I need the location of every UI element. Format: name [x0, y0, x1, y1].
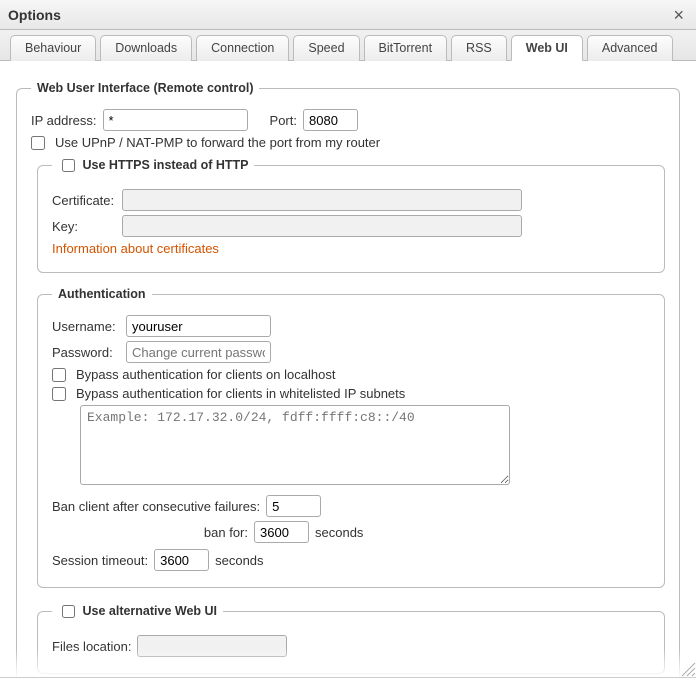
ban-for-unit: seconds — [315, 525, 363, 540]
bypass-whitelist-label: Bypass authentication for clients in whi… — [76, 386, 405, 401]
tab-content-webui: Web User Interface (Remote control) IP a… — [0, 61, 696, 678]
ip-input[interactable] — [103, 109, 248, 131]
ban-after-input[interactable] — [266, 495, 321, 517]
row-key: Key: — [52, 215, 650, 237]
cert-label: Certificate: — [52, 193, 116, 208]
key-label: Key: — [52, 219, 116, 234]
username-label: Username: — [52, 319, 120, 334]
bypass-whitelist-checkbox[interactable] — [52, 387, 66, 401]
row-ban-for: ban for: seconds — [52, 521, 650, 543]
options-dialog: Options × Behaviour Downloads Connection… — [0, 0, 696, 678]
row-subnet-textarea — [80, 405, 650, 485]
resize-grip-icon[interactable] — [678, 659, 696, 677]
username-input[interactable] — [126, 315, 271, 337]
fieldset-webui: Web User Interface (Remote control) IP a… — [16, 81, 680, 678]
tab-behaviour[interactable]: Behaviour — [10, 35, 96, 61]
ban-for-label: ban for: — [52, 525, 248, 540]
subnet-textarea[interactable] — [80, 405, 510, 485]
tab-rss[interactable]: RSS — [451, 35, 507, 61]
ip-label: IP address: — [31, 113, 97, 128]
fieldset-auth-legend: Authentication — [52, 287, 152, 301]
port-input[interactable] — [303, 109, 358, 131]
fieldset-altui-legend: Use alternative Web UI — [52, 602, 223, 621]
password-input[interactable] — [126, 341, 271, 363]
row-ip-port: IP address: Port: — [31, 109, 665, 131]
bypass-localhost-label: Bypass authentication for clients on loc… — [76, 367, 335, 382]
row-cert: Certificate: — [52, 189, 650, 211]
row-bypass-whitelist: Bypass authentication for clients in whi… — [52, 386, 650, 401]
password-label: Password: — [52, 345, 120, 360]
fieldset-https: Use HTTPS instead of HTTP Certificate: K… — [37, 156, 665, 273]
altui-checkbox[interactable] — [62, 605, 75, 618]
row-session-timeout: Session timeout: seconds — [52, 549, 650, 571]
cert-info-link[interactable]: Information about certificates — [52, 241, 219, 256]
row-altui-files: Files location: — [52, 635, 650, 657]
tab-downloads[interactable]: Downloads — [100, 35, 192, 61]
tab-bittorrent[interactable]: BitTorrent — [364, 35, 448, 61]
cert-input — [122, 189, 522, 211]
bypass-localhost-checkbox[interactable] — [52, 368, 66, 382]
tab-speed[interactable]: Speed — [293, 35, 359, 61]
row-cert-info: Information about certificates — [52, 241, 650, 256]
altui-title: Use alternative Web UI — [82, 604, 217, 618]
upnp-label: Use UPnP / NAT-PMP to forward the port f… — [55, 135, 380, 150]
ban-after-label: Ban client after consecutive failures: — [52, 499, 260, 514]
row-upnp: Use UPnP / NAT-PMP to forward the port f… — [31, 135, 665, 150]
session-timeout-unit: seconds — [215, 553, 263, 568]
session-timeout-label: Session timeout: — [52, 553, 148, 568]
fieldset-auth: Authentication Username: Password: Bypas… — [37, 287, 665, 588]
https-title: Use HTTPS instead of HTTP — [82, 158, 248, 172]
altui-files-input — [137, 635, 287, 657]
altui-files-label: Files location: — [52, 639, 131, 654]
port-label: Port: — [270, 113, 297, 128]
row-bypass-localhost: Bypass authentication for clients on loc… — [52, 367, 650, 382]
row-username: Username: — [52, 315, 650, 337]
tab-advanced[interactable]: Advanced — [587, 35, 673, 61]
key-input — [122, 215, 522, 237]
upnp-checkbox[interactable] — [31, 136, 45, 150]
row-ban-after: Ban client after consecutive failures: — [52, 495, 650, 517]
session-timeout-input[interactable] — [154, 549, 209, 571]
close-icon[interactable]: × — [669, 6, 688, 24]
ban-for-input[interactable] — [254, 521, 309, 543]
fieldset-webui-legend: Web User Interface (Remote control) — [31, 81, 259, 95]
tabbar: Behaviour Downloads Connection Speed Bit… — [0, 30, 696, 61]
fieldset-https-legend: Use HTTPS instead of HTTP — [52, 156, 254, 175]
fieldset-altui: Use alternative Web UI Files location: — [37, 602, 665, 674]
titlebar: Options × — [0, 0, 696, 30]
tab-connection[interactable]: Connection — [196, 35, 289, 61]
row-password: Password: — [52, 341, 650, 363]
tab-webui[interactable]: Web UI — [511, 35, 583, 61]
https-checkbox[interactable] — [62, 159, 75, 172]
window-title: Options — [8, 7, 669, 23]
